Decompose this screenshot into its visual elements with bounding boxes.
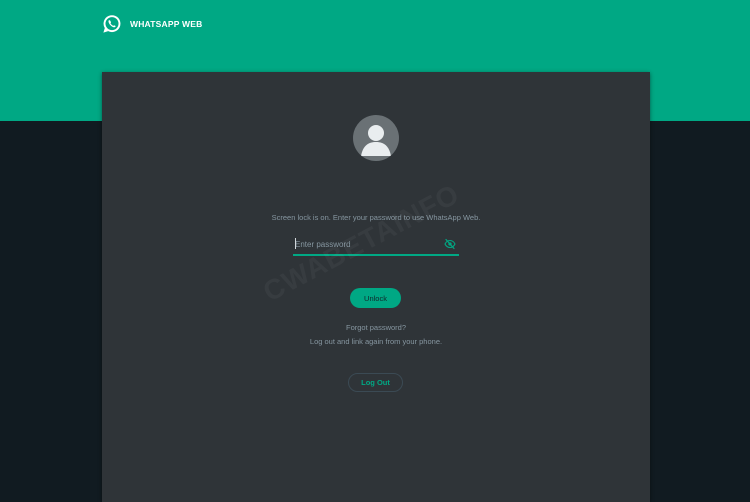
text-caret xyxy=(295,238,296,249)
logout-button[interactable]: Log Out xyxy=(348,373,403,392)
default-avatar-icon xyxy=(353,115,399,161)
app-title: WHATSAPP WEB xyxy=(130,19,203,29)
password-input[interactable] xyxy=(295,234,435,254)
password-field[interactable] xyxy=(293,234,459,256)
unlock-button[interactable]: Unlock xyxy=(350,288,401,308)
lock-screen-card: Screen lock is on. Enter your password t… xyxy=(102,72,650,502)
brand: WHATSAPP WEB xyxy=(101,13,202,35)
lock-message: Screen lock is on. Enter your password t… xyxy=(271,213,481,222)
logout-hint: Log out and link again from your phone. xyxy=(309,337,443,346)
eye-off-icon[interactable] xyxy=(444,238,456,250)
whatsapp-logo-icon xyxy=(103,15,121,33)
forgot-password-link[interactable]: Forgot password? xyxy=(102,323,650,332)
